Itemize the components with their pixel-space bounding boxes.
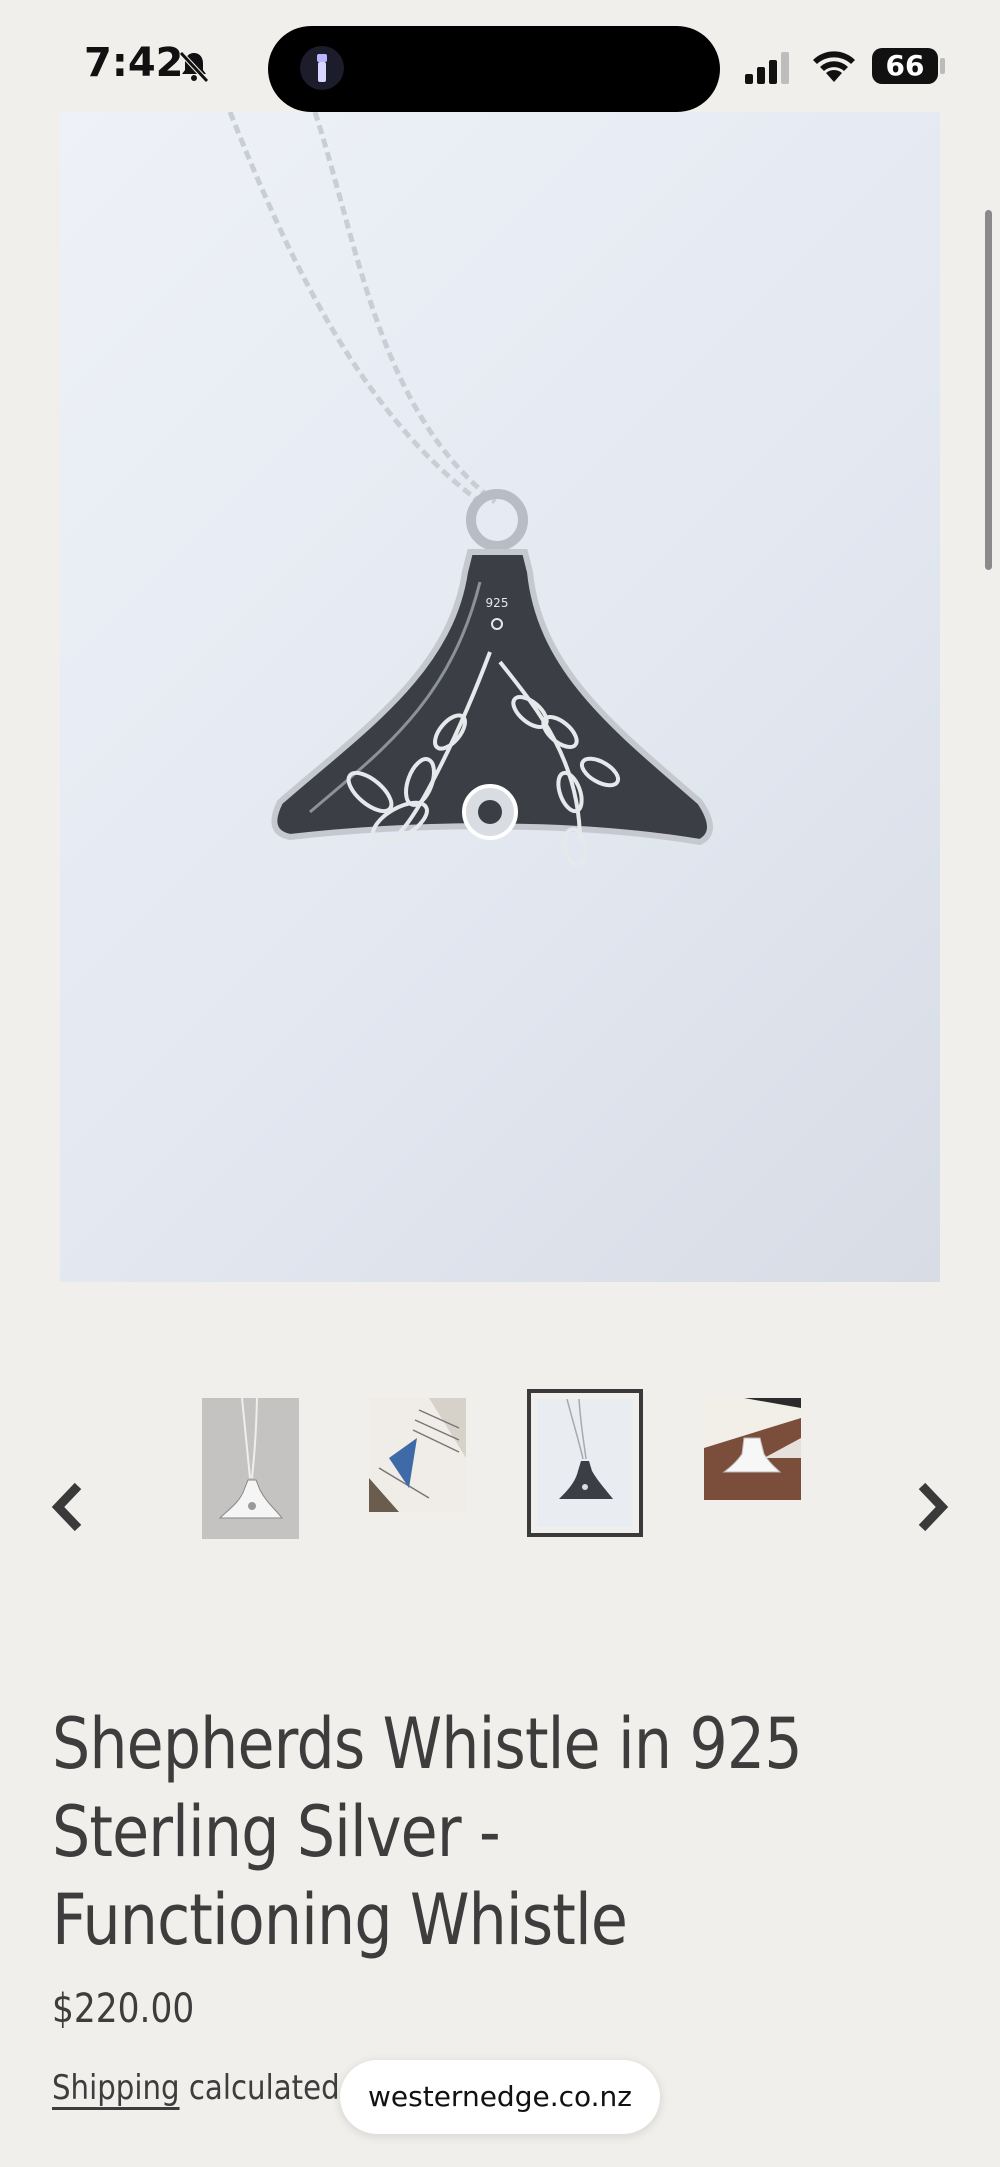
bell-muted-icon — [179, 51, 209, 83]
wifi-icon — [813, 51, 855, 82]
main-product-image[interactable]: 925 — [60, 112, 940, 1282]
thumbnail-3-selected[interactable] — [527, 1389, 643, 1537]
thumbnail-carousel — [0, 1380, 1000, 1560]
shipping-info: Shipping calculated at — [52, 2068, 378, 2108]
cellular-signal-icon — [745, 52, 789, 84]
status-bar: 7:42 66 — [0, 0, 1000, 112]
page-scrollbar[interactable] — [985, 210, 992, 570]
thumbnail-1[interactable] — [202, 1398, 299, 1539]
product-price: $220.00 — [52, 1986, 195, 2032]
hallmark-text: 925 — [486, 596, 509, 610]
shipping-link[interactable]: Shipping — [52, 2068, 180, 2108]
chevron-left-icon[interactable] — [48, 1480, 88, 1534]
status-time: 7:42 — [84, 40, 184, 86]
thumbnail-4[interactable] — [704, 1398, 801, 1500]
dynamic-island — [268, 26, 720, 112]
battery-indicator: 66 — [872, 48, 938, 84]
chevron-right-icon[interactable] — [912, 1480, 952, 1534]
product-title: Shepherds Whistle in 925 Sterling Silver… — [52, 1703, 803, 1961]
browser-url-bar[interactable]: westernedge.co.nz — [340, 2060, 660, 2134]
pendant-illustration: 925 — [227, 112, 713, 867]
flashlight-icon — [300, 46, 344, 90]
thumbnail-2[interactable] — [369, 1398, 466, 1512]
battery-cap — [940, 58, 945, 74]
